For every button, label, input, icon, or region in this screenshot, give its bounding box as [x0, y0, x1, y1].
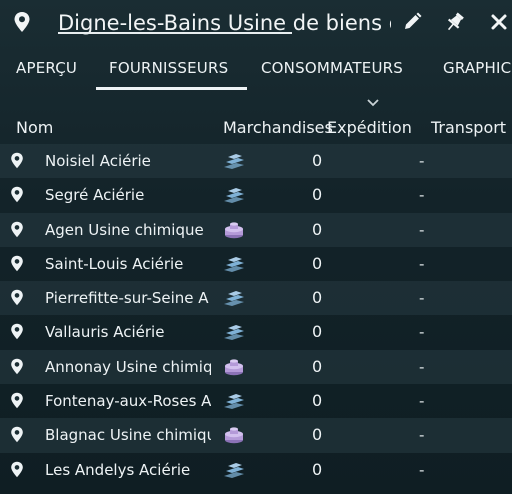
location-pin-icon[interactable]	[10, 289, 24, 306]
close-button[interactable]	[488, 11, 510, 33]
table-row[interactable]: Segré Aciérie 0 -	[0, 178, 512, 212]
table-row[interactable]: Agen Usine chimique 0 -	[0, 212, 512, 247]
goods-quantity: 0	[312, 253, 323, 273]
supplier-name: Segré Aciérie	[45, 186, 145, 205]
tab-apercu[interactable]: APERÇU	[16, 58, 77, 86]
location-pin-icon[interactable]	[10, 186, 24, 203]
supplier-list: Noisiel Aciérie 0- Segré Aciérie 0- Agen Usi…	[0, 144, 512, 487]
goods-quantity: 0	[312, 356, 323, 376]
pencil-icon	[405, 12, 422, 29]
location-pin-icon[interactable]	[10, 255, 24, 272]
close-icon	[491, 14, 507, 30]
steel-icon	[222, 151, 246, 171]
supplier-panel: Digne-les-Bains Usine de biens de co	[0, 0, 512, 494]
shipping-value: -	[419, 186, 425, 205]
shipping-value: -	[419, 426, 425, 445]
tab-bar: APERÇU FOURNISSEURS CONSOMMATEURS GRAPHI…	[0, 52, 512, 92]
location-pin-icon[interactable]	[10, 323, 24, 340]
supplier-name: Vallauris Aciérie	[45, 323, 165, 342]
steel-icon	[222, 391, 246, 411]
column-header-goods[interactable]: Marchandises	[223, 118, 333, 138]
chemicals-icon	[222, 357, 246, 377]
table-row[interactable]: Les Andelys Aciérie 0 -	[0, 453, 512, 487]
shipping-value: -	[419, 152, 425, 170]
shipping-value: -	[419, 357, 425, 376]
title-underline	[58, 32, 292, 34]
shipping-value: -	[419, 392, 425, 411]
tab-fournisseurs[interactable]: FOURNISSEURS	[109, 58, 228, 86]
location-pin-icon[interactable]	[13, 11, 31, 33]
shipping-value: -	[419, 254, 425, 273]
tab-graphic[interactable]: GRAPHIC	[443, 58, 511, 86]
tab-consommateurs[interactable]: CONSOMMATEURS	[261, 58, 403, 86]
location-pin-icon[interactable]	[10, 392, 24, 409]
column-header-shipping[interactable]: Expédition	[327, 118, 412, 138]
supplier-name: Les Andelys Aciérie	[45, 460, 191, 479]
goods-quantity: 0	[312, 151, 323, 170]
goods-quantity: 0	[312, 459, 323, 479]
steel-icon	[222, 288, 246, 308]
steel-icon	[222, 254, 246, 274]
steel-icon	[222, 460, 246, 480]
location-pin-icon[interactable]	[10, 358, 24, 375]
location-pin-icon[interactable]	[10, 461, 24, 478]
location-pin-icon[interactable]	[10, 221, 24, 238]
table-row[interactable]: Fontenay-aux-Roses A 0 -	[0, 384, 512, 418]
chevron-down-icon[interactable]	[366, 93, 380, 107]
chemicals-icon	[222, 220, 246, 240]
shipping-value: -	[419, 289, 425, 308]
goods-quantity: 0	[312, 391, 323, 411]
table-row[interactable]: Saint-Louis Aciérie 0 -	[0, 247, 512, 281]
supplier-name: Agen Usine chimique	[45, 220, 204, 239]
edit-button[interactable]	[401, 11, 423, 33]
supplier-name: Pierrefitte-sur-Seine A	[45, 289, 209, 308]
supplier-name: Fontenay-aux-Roses A	[45, 392, 211, 411]
steel-icon	[222, 185, 246, 205]
shipping-value: -	[419, 220, 425, 239]
chemicals-icon	[222, 425, 246, 445]
shipping-value: -	[419, 323, 425, 342]
steel-icon	[222, 322, 246, 342]
table-row[interactable]: Annonay Usine chimiq 0 -	[0, 349, 512, 385]
column-header-transport[interactable]: Transport	[431, 118, 506, 138]
table-row[interactable]: Noisiel Aciérie 0 -	[0, 144, 512, 179]
shipping-value: -	[419, 460, 425, 479]
supplier-name: Blagnac Usine chimiqu	[45, 426, 211, 445]
pin-window-button[interactable]	[444, 11, 466, 33]
goods-quantity: 0	[312, 322, 323, 342]
table-row[interactable]: Blagnac Usine chimiqu 0 -	[0, 418, 512, 453]
goods-quantity: 0	[312, 425, 323, 445]
location-pin-icon[interactable]	[10, 426, 24, 443]
supplier-name: Noisiel Aciérie	[45, 152, 151, 170]
supplier-name: Annonay Usine chimiq	[45, 357, 211, 376]
table-row[interactable]: Pierrefitte-sur-Seine A 0 -	[0, 281, 512, 316]
column-header-name[interactable]: Nom	[16, 118, 53, 138]
title-bar: Digne-les-Bains Usine de biens de co	[0, 0, 512, 46]
active-tab-indicator	[96, 87, 247, 90]
supplier-name: Saint-Louis Aciérie	[45, 254, 184, 273]
location-pin-icon[interactable]	[10, 152, 24, 169]
goods-quantity: 0	[312, 219, 323, 239]
goods-quantity: 0	[312, 185, 323, 205]
goods-quantity: 0	[312, 288, 323, 308]
table-row[interactable]: Vallauris Aciérie 0 -	[0, 315, 512, 349]
thumbtack-icon	[447, 12, 464, 31]
